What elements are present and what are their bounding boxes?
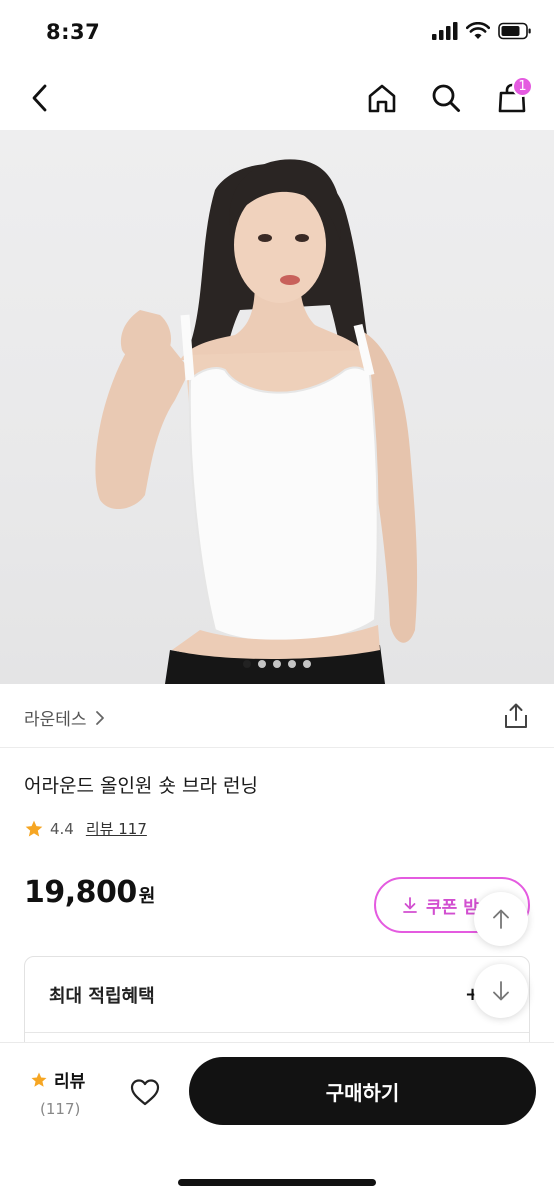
price-value: 19,800 (24, 875, 137, 910)
wifi-icon (466, 22, 490, 39)
price-unit: 원 (138, 886, 156, 907)
wishlist-button[interactable] (124, 1071, 166, 1113)
scroll-bottom-button[interactable] (474, 964, 528, 1018)
product-title: 어라운드 올인원 숏 브라 런닝 (24, 775, 258, 797)
status-time: 8:37 (46, 20, 101, 44)
bottom-review-button[interactable]: 리뷰 (117) (30, 1067, 85, 1118)
arrow-up-icon (493, 909, 509, 929)
benefit-label: 최대 적립혜택 (49, 985, 155, 1007)
carousel-dot[interactable] (303, 660, 311, 668)
bottom-review-label: 리뷰 (54, 1072, 86, 1092)
product-image[interactable] (0, 130, 554, 684)
star-icon (31, 1072, 47, 1087)
home-icon (368, 84, 396, 113)
heart-icon (130, 1079, 160, 1106)
price-row: 19,800 원 (24, 875, 155, 910)
coupon-label: 쿠폰 받 (426, 897, 479, 918)
arrow-down-icon (493, 981, 509, 1001)
carousel-dot[interactable] (273, 660, 281, 668)
brand-name: 라운테스 (24, 710, 87, 730)
search-icon (432, 84, 460, 112)
cart-button[interactable]: 1 (490, 76, 534, 120)
share-button[interactable] (500, 700, 532, 732)
carousel-dots[interactable] (0, 660, 554, 668)
bottom-action-bar: 리뷰 (117) 구매하기 (0, 1042, 554, 1200)
product-photo (95, 159, 418, 684)
review-link[interactable]: 리뷰 117 (86, 818, 147, 839)
battery-icon (498, 22, 531, 40)
status-bar: 8:37 (0, 0, 554, 64)
download-icon (403, 897, 417, 913)
back-button[interactable] (18, 76, 62, 120)
rating-row: 4.4 리뷰 117 (24, 818, 147, 839)
chevron-left-icon (32, 84, 47, 112)
star-icon (25, 820, 43, 836)
brand-row: 라운테스 (0, 684, 554, 748)
benefit-header[interactable]: 최대 적립혜택 + 5 (25, 957, 529, 1033)
chevron-right-icon (95, 710, 104, 725)
carousel-dot[interactable] (258, 660, 266, 668)
home-indicator (178, 1179, 376, 1186)
buy-button[interactable]: 구매하기 (189, 1057, 536, 1125)
rating-score: 4.4 (50, 819, 74, 838)
status-icons (432, 22, 532, 40)
bottom-review-count: (117) (40, 1100, 81, 1118)
carousel-dot[interactable] (243, 660, 251, 668)
signal-icon (432, 22, 458, 40)
scroll-top-button[interactable] (474, 892, 528, 946)
home-button[interactable] (360, 76, 404, 120)
search-button[interactable] (424, 76, 468, 120)
brand-link[interactable]: 라운테스 (24, 705, 105, 730)
nav-bar: 1 (0, 64, 554, 130)
share-icon (505, 703, 527, 728)
bottom-review-label-row: 리뷰 (30, 1067, 85, 1092)
cart-badge: 1 (512, 76, 533, 97)
carousel-dot[interactable] (288, 660, 296, 668)
